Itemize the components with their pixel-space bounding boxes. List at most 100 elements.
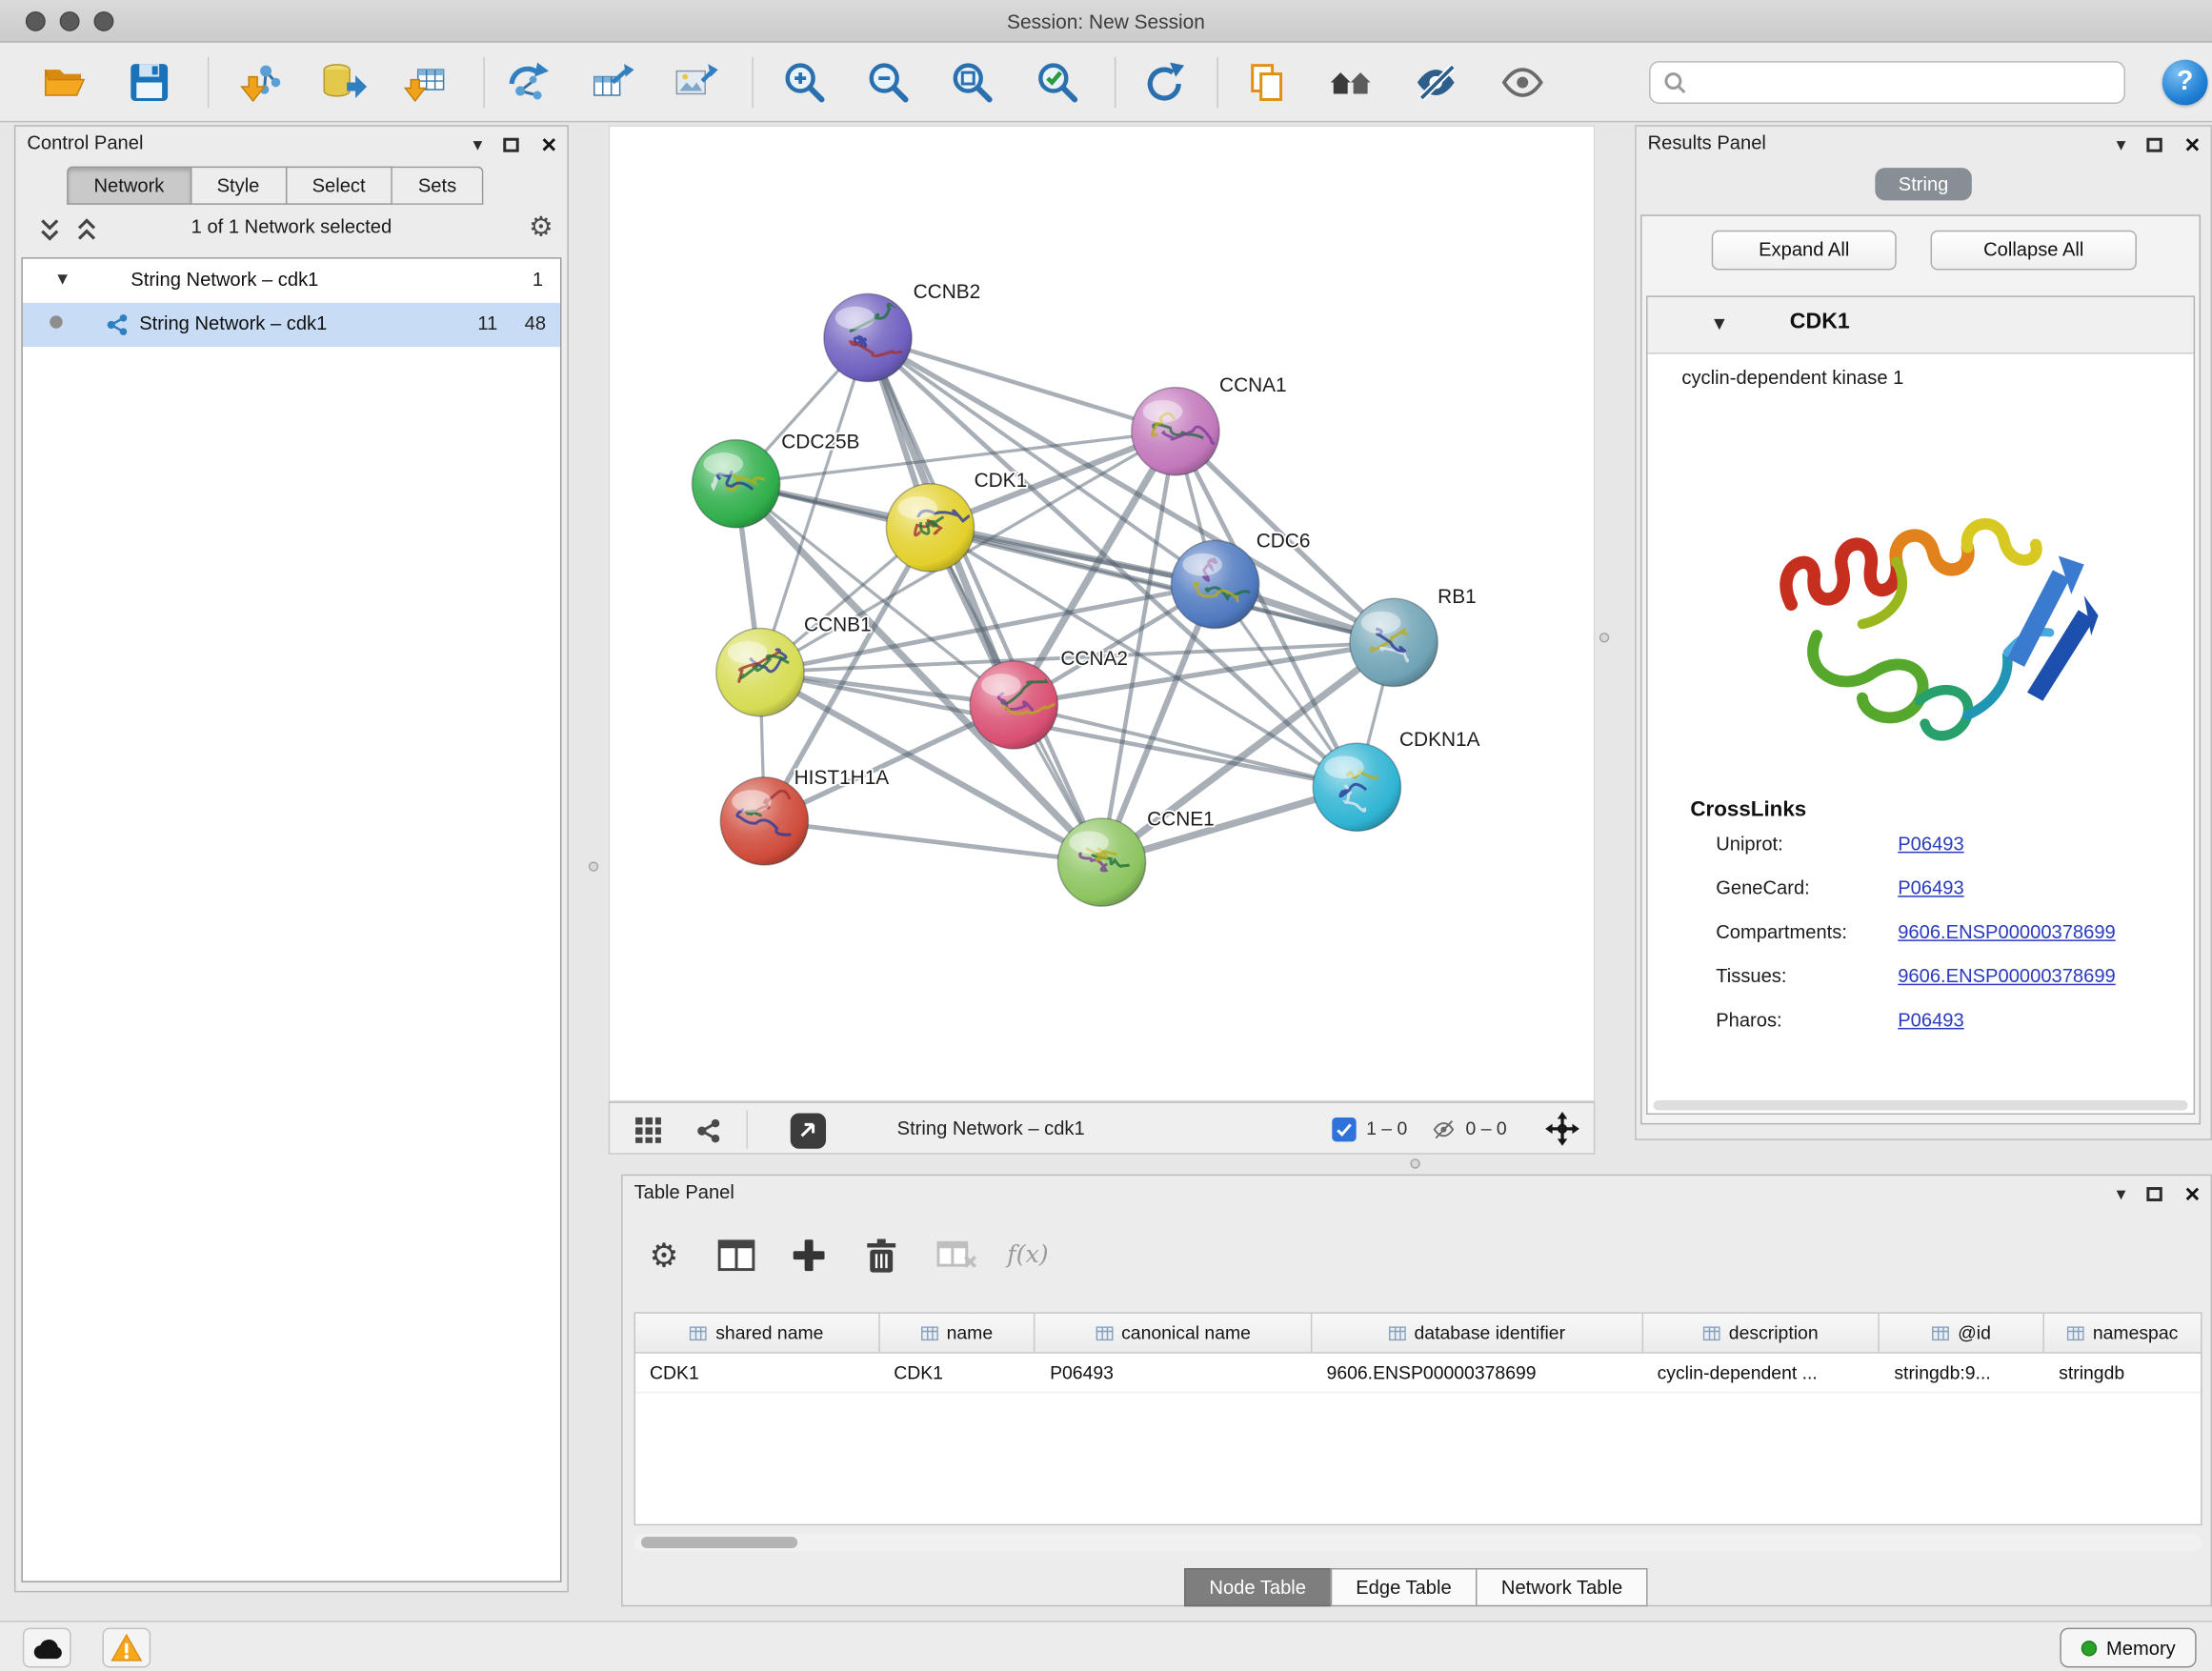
network-node-CDKN1A[interactable]: CDKN1A xyxy=(1313,729,1479,831)
save-session-button[interactable] xyxy=(118,51,181,114)
column-header[interactable]: name xyxy=(879,1314,1036,1352)
selected-checkbox-icon[interactable] xyxy=(1332,1117,1356,1141)
gene-section-header[interactable]: ▼ CDK1 xyxy=(1648,297,2194,354)
cell-description[interactable]: cyclin-dependent ... xyxy=(1643,1354,1880,1392)
network-node-HIST1H1A[interactable]: HIST1H1A xyxy=(720,767,889,865)
function-builder-button[interactable]: f(x) xyxy=(999,1227,1056,1284)
results-horizontal-scrollbar[interactable] xyxy=(1654,1100,2188,1110)
zoom-selected-button[interactable] xyxy=(1026,51,1089,114)
tab-sets[interactable]: Sets xyxy=(392,167,484,205)
network-edge[interactable] xyxy=(764,821,1101,862)
cell-name[interactable]: CDK1 xyxy=(879,1354,1036,1392)
import-network-file-button[interactable] xyxy=(229,51,292,114)
table-settings-button[interactable]: ⚙ xyxy=(635,1227,693,1284)
disclosure-triangle-icon[interactable]: ▼ xyxy=(54,269,71,289)
expand-all-button[interactable]: Expand All xyxy=(1712,231,1897,271)
network-overview-button[interactable] xyxy=(690,1112,727,1149)
panel-float-icon[interactable] xyxy=(504,138,519,152)
crosslink-link[interactable]: 9606.ENSP00000378699 xyxy=(1898,921,2116,942)
network-node-CCNA1[interactable]: CCNA1 xyxy=(1132,374,1287,475)
cell-namespace[interactable]: stringdb xyxy=(2044,1354,2201,1392)
vertical-splitter-handle[interactable] xyxy=(589,861,598,871)
zoom-in-button[interactable] xyxy=(774,51,836,114)
tab-network[interactable]: Network xyxy=(67,167,191,205)
column-header[interactable]: description xyxy=(1643,1314,1880,1352)
column-icon xyxy=(1703,1326,1720,1340)
delete-table-button-disabled[interactable] xyxy=(928,1227,985,1284)
refresh-button[interactable] xyxy=(1133,51,1196,114)
cell-canonical-name[interactable]: P06493 xyxy=(1036,1354,1312,1392)
create-column-button[interactable] xyxy=(780,1227,837,1284)
zoom-out-button[interactable] xyxy=(857,51,920,114)
network-node-CDC25B[interactable]: CDC25B xyxy=(693,432,860,528)
panel-close-icon[interactable]: ✕ xyxy=(2184,1181,2202,1207)
cell-shared-name[interactable]: CDK1 xyxy=(635,1354,879,1392)
horizontal-splitter-handle[interactable] xyxy=(1410,1158,1419,1168)
new-network-button[interactable] xyxy=(496,51,559,114)
network-edge[interactable] xyxy=(868,338,1102,863)
tab-edge-table[interactable]: Edge Table xyxy=(1330,1568,1477,1606)
network-row[interactable]: String Network – cdk1 11 48 xyxy=(23,303,560,347)
home-button[interactable] xyxy=(1319,51,1382,114)
crosslink-link[interactable]: P06493 xyxy=(1898,833,1963,854)
panel-collapse-icon[interactable]: ▾ xyxy=(473,132,483,158)
export-image-button[interactable] xyxy=(664,51,727,114)
tab-style[interactable]: Style xyxy=(191,167,287,205)
right-splitter-handle[interactable] xyxy=(1599,633,1609,642)
search-input[interactable] xyxy=(1696,71,2111,92)
column-header[interactable]: database identifier xyxy=(1313,1314,1643,1352)
open-session-button[interactable] xyxy=(32,51,95,114)
crosslink-link[interactable]: P06493 xyxy=(1898,1010,1963,1031)
network-canvas[interactable]: CCNB2CCNA1CDC25BCDK1CDC6RB1CCNB1CCNA2CDK… xyxy=(609,125,1596,1101)
zoom-fit-button[interactable] xyxy=(941,51,1004,114)
birds-eye-view-button[interactable] xyxy=(630,1112,667,1149)
show-results-button[interactable] xyxy=(1491,51,1554,114)
pan-crosshair-icon[interactable] xyxy=(1545,1112,1579,1153)
collapse-all-button[interactable]: Collapse All xyxy=(1931,231,2137,271)
string-results-tab[interactable]: String xyxy=(1876,168,1971,200)
table-horizontal-scrollbar[interactable] xyxy=(634,1534,2202,1551)
hidden-eye-icon[interactable] xyxy=(1429,1117,1458,1149)
network-edge[interactable] xyxy=(1014,705,1357,787)
network-node-RB1[interactable]: RB1 xyxy=(1350,586,1477,687)
cell-id[interactable]: stringdb:9... xyxy=(1880,1354,2044,1392)
tab-node-table[interactable]: Node Table xyxy=(1184,1568,1332,1606)
warnings-button[interactable] xyxy=(102,1628,151,1668)
delete-column-button[interactable] xyxy=(853,1227,910,1284)
network-collection-row[interactable]: ▼ String Network – cdk1 1 xyxy=(23,259,560,303)
cell-database-identifier[interactable]: 9606.ENSP00000378699 xyxy=(1313,1354,1643,1392)
column-header[interactable]: namespac xyxy=(2044,1314,2201,1352)
network-node-CCNE1[interactable]: CCNE1 xyxy=(1057,808,1214,906)
show-columns-button[interactable] xyxy=(708,1227,765,1284)
panel-float-icon[interactable] xyxy=(2147,1187,2162,1201)
column-header[interactable]: shared name xyxy=(635,1314,879,1352)
cloud-status-button[interactable] xyxy=(23,1628,71,1668)
section-disclosure-icon[interactable]: ▼ xyxy=(1710,312,1728,333)
export-view-button[interactable] xyxy=(789,1112,826,1149)
panel-collapse-icon[interactable]: ▾ xyxy=(2117,1181,2126,1207)
gear-icon[interactable]: ⚙ xyxy=(529,211,553,244)
crosslink-link[interactable]: 9606.ENSP00000378699 xyxy=(1898,965,2116,986)
network-node-CDK1[interactable]: CDK1 xyxy=(886,470,1027,572)
network-node-CCNB1[interactable]: CCNB1 xyxy=(716,614,872,716)
table-row[interactable]: CDK1 CDK1 P06493 9606.ENSP00000378699 cy… xyxy=(635,1354,2201,1394)
panel-close-icon[interactable]: ✕ xyxy=(540,132,557,158)
panel-collapse-icon[interactable]: ▾ xyxy=(2117,132,2126,158)
crosslink-link[interactable]: P06493 xyxy=(1898,877,1963,898)
help-button[interactable]: ? xyxy=(2162,60,2208,106)
column-header[interactable]: canonical name xyxy=(1036,1314,1312,1352)
tab-network-table[interactable]: Network Table xyxy=(1476,1568,1648,1606)
export-table-button[interactable] xyxy=(580,51,643,114)
memory-button[interactable]: Memory xyxy=(2060,1628,2196,1668)
hide-results-button[interactable] xyxy=(1404,51,1467,114)
import-table-file-button[interactable] xyxy=(393,51,456,114)
copy-button[interactable] xyxy=(1236,51,1298,114)
panel-float-icon[interactable] xyxy=(2147,138,2162,152)
panel-close-icon[interactable]: ✕ xyxy=(2184,132,2202,158)
tab-select[interactable]: Select xyxy=(287,167,392,205)
scrollbar-thumb[interactable] xyxy=(641,1537,797,1548)
results-panel-header: Results Panel ▾ ✕ xyxy=(1637,127,2211,164)
import-network-database-button[interactable] xyxy=(312,51,374,114)
column-header[interactable]: @id xyxy=(1880,1314,2044,1352)
network-edge[interactable] xyxy=(868,338,1176,432)
